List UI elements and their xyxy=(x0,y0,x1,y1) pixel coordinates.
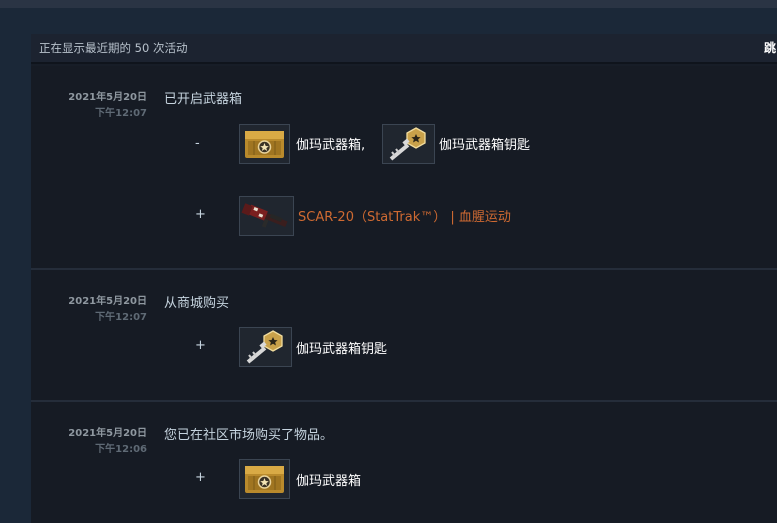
entry-description: 您已在社区市场购买了物品。 xyxy=(164,428,334,443)
entry-description: 已开启武器箱 xyxy=(164,92,243,107)
item-label[interactable]: SCAR-20（StatTrak™） | 血腥运动 xyxy=(298,206,511,225)
item-thumbnail[interactable] xyxy=(239,459,290,499)
item-label[interactable]: 伽玛武器箱 xyxy=(296,470,361,489)
activity-count-text: 正在显示最近期的 50 次活动 xyxy=(39,41,188,55)
top-bar xyxy=(0,0,777,8)
case-key-icon xyxy=(389,127,426,161)
item-thumbnail[interactable] xyxy=(239,196,294,236)
scar-20-rifle-icon xyxy=(241,203,288,228)
page-background xyxy=(0,8,31,523)
activity-header: 正在显示最近期的 50 次活动 跳 xyxy=(31,34,777,64)
entry-time: 下午12:07 xyxy=(95,312,147,323)
item-thumbnail[interactable] xyxy=(239,327,292,367)
case-key-icon xyxy=(246,330,283,364)
item-thumbnail[interactable] xyxy=(382,124,435,164)
entry-time: 下午12:07 xyxy=(95,108,147,119)
jump-link[interactable]: 跳 xyxy=(764,39,777,56)
entry-description: 从商城购买 xyxy=(164,296,230,311)
entry-date: 2021年5月20日 xyxy=(68,296,147,307)
item-label[interactable]: 伽玛武器箱, xyxy=(296,134,365,153)
weapon-case-icon xyxy=(245,466,284,493)
added-sign: + xyxy=(195,470,206,485)
activity-entry: 2021年5月20日 下午12:07 已开启武器箱 - 伽玛武器箱, 伽玛武器箱… xyxy=(31,66,777,270)
item-thumbnail[interactable] xyxy=(239,124,290,164)
entry-date: 2021年5月20日 xyxy=(68,428,147,439)
activity-entry: 2021年5月20日 下午12:06 您已在社区市场购买了物品。 + 伽玛武器箱 xyxy=(31,402,777,523)
added-sign: + xyxy=(195,207,206,222)
item-label[interactable]: 伽玛武器箱钥匙 xyxy=(439,134,530,153)
entry-date: 2021年5月20日 xyxy=(68,92,147,103)
item-label[interactable]: 伽玛武器箱钥匙 xyxy=(296,338,387,357)
activity-entry: 2021年5月20日 下午12:07 从商城购买 + 伽玛武器箱钥匙 xyxy=(31,270,777,402)
weapon-case-icon xyxy=(245,131,284,158)
removed-sign: - xyxy=(195,136,200,151)
entry-time: 下午12:06 xyxy=(95,444,147,455)
added-sign: + xyxy=(195,338,206,353)
